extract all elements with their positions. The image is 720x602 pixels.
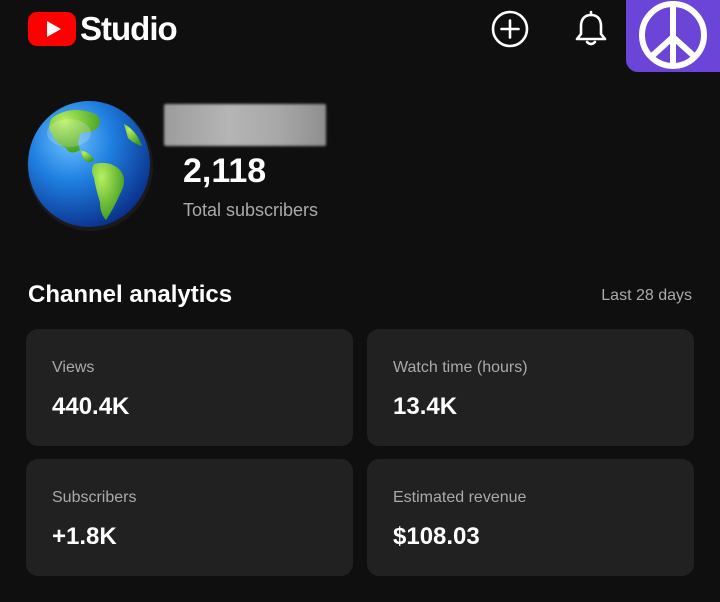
card-label: Views xyxy=(52,359,95,376)
notifications-button[interactable] xyxy=(572,10,610,48)
analytics-card-revenue[interactable]: Estimated revenue $108.03 xyxy=(367,459,694,576)
peace-sign-icon xyxy=(639,1,707,69)
analytics-card-subscribers[interactable]: Subscribers +1.8K xyxy=(26,459,353,576)
analytics-card-views[interactable]: Views 440.4K xyxy=(26,329,353,446)
channel-analytics-title: Channel analytics xyxy=(28,281,233,308)
card-value: $108.03 xyxy=(393,523,480,550)
total-subscribers-label: Total subscribers xyxy=(183,200,319,220)
create-button[interactable] xyxy=(491,10,529,48)
card-value: 440.4K xyxy=(52,393,130,420)
account-avatar-button[interactable] xyxy=(626,0,720,72)
youtube-studio-logo[interactable]: Studio xyxy=(28,10,178,47)
brand-name: Studio xyxy=(80,10,178,47)
channel-avatar[interactable] xyxy=(24,98,154,232)
youtube-play-icon xyxy=(28,12,76,46)
card-label: Watch time (hours) xyxy=(393,359,528,376)
channel-name-redacted xyxy=(164,104,326,146)
card-label: Estimated revenue xyxy=(393,489,527,506)
card-value: +1.8K xyxy=(52,523,117,550)
analytics-card-watch-time[interactable]: Watch time (hours) 13.4K xyxy=(367,329,694,446)
bell-icon xyxy=(575,10,607,46)
top-app-bar: Studio xyxy=(0,0,720,72)
total-subscribers-count: 2,118 xyxy=(183,152,267,190)
add-circle-icon xyxy=(491,10,529,48)
card-label: Subscribers xyxy=(52,489,137,506)
card-value: 13.4K xyxy=(393,393,458,420)
analytics-period[interactable]: Last 28 days xyxy=(601,287,692,305)
